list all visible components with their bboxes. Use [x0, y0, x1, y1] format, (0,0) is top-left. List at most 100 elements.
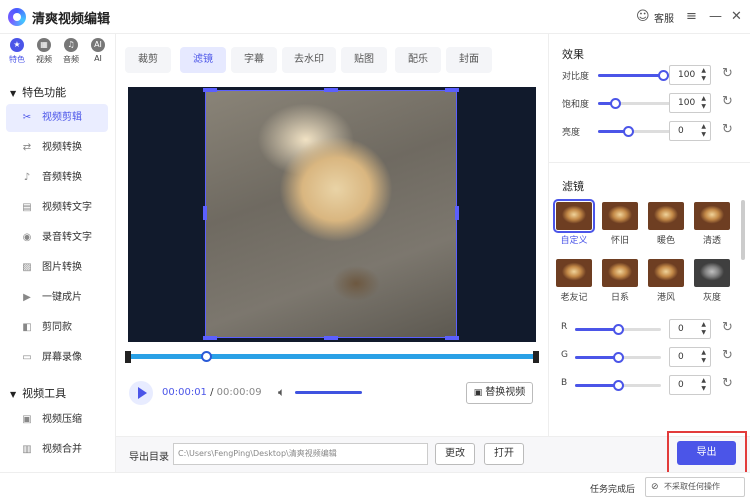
rgb-label: R	[561, 322, 568, 332]
sidebar-item-6[interactable]: ▶ 一键成片	[6, 284, 108, 312]
sidebar-item-label: 视频合并	[42, 444, 82, 455]
stepper-icon[interactable]: ▲ ▼	[701, 349, 706, 365]
sidebar-tool-item-1[interactable]: ▥ 视频合并	[6, 436, 108, 464]
tab-3[interactable]: 去水印	[282, 47, 336, 73]
play-button[interactable]	[129, 381, 153, 405]
crop-handle-right[interactable]	[455, 206, 459, 220]
effect-value-field[interactable]: 100 ▲ ▼	[669, 93, 711, 113]
time-display: 00:00:01 / 00:00:09	[162, 387, 262, 398]
sidebar-item-7[interactable]: ◧ 剪同款	[6, 314, 108, 342]
tab-1[interactable]: 滤镜	[180, 47, 226, 73]
filter-thumbnail-4[interactable]	[556, 259, 592, 287]
stepper-icon[interactable]: ▲ ▼	[701, 67, 706, 83]
stepper-icon[interactable]: ▲ ▼	[701, 377, 706, 393]
filter-thumbnail-3[interactable]	[694, 202, 730, 230]
sidebar-item-1[interactable]: ⇄ 视频转换	[6, 134, 108, 162]
effect-value-field[interactable]: 0 ▲ ▼	[669, 121, 711, 141]
category-tab-0[interactable]: ★ 特色	[6, 38, 28, 65]
stepper-icon[interactable]: ▲ ▼	[701, 123, 706, 139]
crop-handle-br[interactable]	[445, 336, 459, 340]
filter-thumbnail-2[interactable]	[648, 202, 684, 230]
category-tab-1[interactable]: ▦ 视频	[33, 38, 55, 65]
filter-label: 港风	[656, 293, 675, 303]
sidebar-item-2[interactable]: ♪ 音频转换	[6, 164, 108, 192]
playhead[interactable]	[200, 351, 212, 362]
close-icon[interactable]: ✕	[731, 9, 742, 25]
section-featured[interactable]: ▼ 特色功能	[10, 84, 66, 100]
total-time: 00:00:09	[216, 387, 262, 398]
template-icon: ◧	[22, 322, 32, 333]
tab-0[interactable]: 裁剪	[125, 47, 171, 73]
reset-icon[interactable]: ↻	[722, 94, 733, 109]
filter-thumbnail-0[interactable]	[553, 199, 595, 233]
category-tab-3[interactable]: AI AI	[87, 38, 109, 63]
customer-service-icon[interactable]: ☺	[636, 9, 650, 25]
timeline-slider[interactable]	[128, 354, 536, 359]
rgb-slider-thumb[interactable]	[613, 352, 624, 363]
sidebar-item-4[interactable]: ◉ 录音转文字	[6, 224, 108, 252]
effect-value-field[interactable]: 100 ▲ ▼	[669, 65, 711, 85]
trim-start-handle[interactable]	[125, 351, 131, 363]
tab-4[interactable]: 贴图	[341, 47, 387, 73]
crop-handle-left[interactable]	[203, 206, 207, 220]
open-dir-button[interactable]: 打开	[484, 443, 524, 465]
ai-icon: AI	[91, 38, 105, 52]
stepper-icon[interactable]: ▲ ▼	[701, 95, 706, 111]
tab-6[interactable]: 封面	[446, 47, 492, 73]
crop-handle-bottom[interactable]	[324, 336, 338, 340]
rgb-value-field[interactable]: 0 ▲ ▼	[669, 347, 711, 367]
sidebar-item-0[interactable]: ✂ 视频剪辑	[6, 104, 108, 132]
after-task-value: 不采取任何操作	[664, 482, 720, 491]
reset-icon[interactable]: ↻	[722, 66, 733, 81]
sidebar-item-label: 录音转文字	[42, 232, 92, 243]
effect-value: 100	[678, 98, 696, 108]
section-video-tools[interactable]: ▼ 视频工具	[10, 385, 66, 401]
music-icon: ♫	[64, 38, 78, 52]
reset-icon[interactable]: ↻	[722, 122, 733, 137]
filter-thumbnail-5[interactable]	[602, 259, 638, 287]
image-convert-icon: ▨	[22, 262, 32, 273]
trim-end-handle[interactable]	[533, 351, 539, 363]
volume-icon[interactable]: 🔈︎	[278, 385, 285, 400]
sidebar-item-3[interactable]: ▤ 视频转文字	[6, 194, 108, 222]
sidebar-item-label: 屏幕录像	[42, 352, 82, 363]
ban-icon: ⊘	[651, 482, 659, 492]
volume-slider[interactable]	[295, 391, 362, 394]
filter-thumbnail-1[interactable]	[602, 202, 638, 230]
crop-handle-bl[interactable]	[203, 336, 217, 340]
sidebar-item-8[interactable]: ▭ 屏幕录像	[6, 344, 108, 372]
rgb-value: 0	[678, 380, 684, 390]
crop-handle-tl[interactable]	[203, 88, 217, 92]
customer-service-label[interactable]: 客服	[654, 10, 674, 25]
rgb-value: 0	[678, 324, 684, 334]
effect-slider-thumb[interactable]	[657, 70, 669, 81]
rgb-label: G	[561, 350, 568, 360]
filter-thumbnail-6[interactable]	[648, 259, 684, 287]
rgb-value-field[interactable]: 0 ▲ ▼	[669, 375, 711, 395]
filter-label: 暖色	[656, 236, 675, 246]
crop-handle-top[interactable]	[324, 88, 338, 92]
crop-frame[interactable]	[205, 90, 457, 338]
sidebar-item-label: 视频转换	[42, 142, 82, 153]
tab-5[interactable]: 配乐	[395, 47, 441, 73]
menu-icon[interactable]: ≡	[686, 9, 697, 25]
change-dir-button[interactable]: 更改	[435, 443, 475, 465]
filter-thumbnail-7[interactable]	[694, 259, 730, 287]
output-path-field[interactable]: C:\Users\FengPing\Desktop\清爽视频编辑	[173, 443, 428, 465]
rgb-slider-thumb[interactable]	[613, 324, 624, 335]
rgb-slider-thumb[interactable]	[613, 380, 624, 391]
panel-scrollbar[interactable]	[741, 200, 745, 260]
reset-icon[interactable]: ↻	[722, 348, 733, 363]
reset-icon[interactable]: ↻	[722, 320, 733, 335]
crop-handle-tr[interactable]	[445, 88, 459, 92]
stepper-icon[interactable]: ▲ ▼	[701, 321, 706, 337]
sidebar-tool-item-0[interactable]: ▣ 视频压缩	[6, 406, 108, 434]
category-tab-2[interactable]: ♫ 音频	[60, 38, 82, 65]
tab-2[interactable]: 字幕	[231, 47, 277, 73]
replace-video-button[interactable]: ▣ 替换视频	[466, 382, 533, 404]
sidebar-item-5[interactable]: ▨ 图片转换	[6, 254, 108, 282]
rgb-value-field[interactable]: 0 ▲ ▼	[669, 319, 711, 339]
reset-icon[interactable]: ↻	[722, 376, 733, 391]
minimize-icon[interactable]: —	[709, 9, 722, 25]
after-task-select[interactable]: ⊘ 不采取任何操作	[645, 477, 745, 497]
